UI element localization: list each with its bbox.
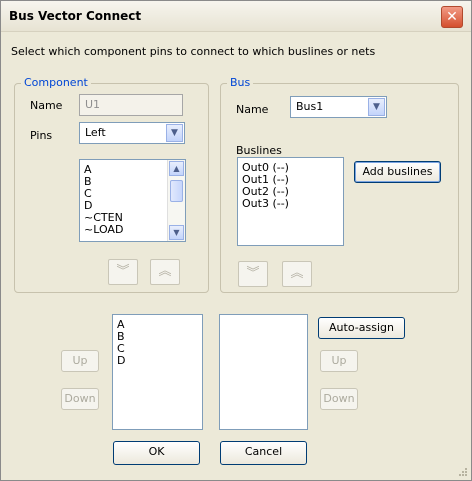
chevron-down-icon[interactable]: ▼ — [368, 98, 385, 116]
ok-label: OK — [148, 445, 165, 458]
window-title: Bus Vector Connect — [9, 9, 142, 23]
component-legend: Component — [21, 76, 91, 89]
bus-vector-connect-dialog: Bus Vector Connect ✕ Select which compon… — [0, 0, 472, 481]
move-down-button[interactable]: ︾ — [108, 259, 138, 285]
double-chevron-up-icon: ︽ — [158, 264, 172, 279]
pins-selected-value: Left — [85, 126, 106, 139]
bus-name-value: Bus1 — [296, 100, 324, 113]
auto-assign-label: Auto-assign — [329, 321, 394, 334]
bus-legend: Bus — [227, 76, 254, 89]
list-item[interactable]: C — [113, 343, 202, 355]
close-icon: ✕ — [446, 9, 458, 25]
list-item[interactable]: A — [113, 319, 202, 331]
scroll-up-button[interactable]: ▲ — [169, 161, 184, 176]
add-buslines-label: Add buslines — [362, 165, 433, 178]
move-up-button[interactable]: ︽ — [150, 259, 180, 285]
component-name-label: Name — [30, 99, 63, 112]
chevron-down-icon[interactable]: ▼ — [166, 124, 183, 142]
instruction-text: Select which component pins to connect t… — [11, 45, 376, 58]
list-item[interactable]: Out3 (--) — [238, 198, 343, 210]
resize-grip[interactable] — [458, 467, 468, 477]
bus-group: Bus Name Bus1 ▼ Buslines Out0 (--) Out1 … — [220, 76, 459, 293]
ok-button[interactable]: OK — [113, 441, 200, 465]
auto-assign-button[interactable]: Auto-assign — [318, 317, 405, 339]
bus-name-label: Name — [236, 103, 269, 116]
list-item[interactable]: D — [113, 355, 202, 367]
assigned-pins-listbox[interactable]: A B C D — [112, 314, 203, 430]
left-up-label: Up — [72, 354, 88, 367]
pins-label: Pins — [30, 129, 53, 142]
assigned-nets-listbox[interactable] — [219, 314, 308, 430]
close-button[interactable]: ✕ — [441, 6, 463, 28]
left-up-button[interactable]: Up — [61, 350, 99, 372]
component-name-value: U1 — [85, 98, 101, 111]
right-up-label: Up — [331, 354, 347, 367]
component-pins-listbox[interactable]: A B C D ~CTEN ~LOAD ▲ ▼ — [79, 159, 186, 242]
cancel-button[interactable]: Cancel — [220, 441, 307, 465]
right-up-button[interactable]: Up — [320, 350, 358, 372]
scroll-down-button[interactable]: ▼ — [169, 225, 184, 240]
right-down-label: Down — [323, 392, 355, 405]
buslines-label: Buslines — [236, 144, 282, 157]
busline-move-down-button[interactable]: ︾ — [238, 261, 268, 287]
scroll-thumb[interactable] — [170, 180, 183, 202]
left-down-label: Down — [64, 392, 96, 405]
double-chevron-down-icon: ︾ — [116, 264, 130, 279]
double-chevron-up-icon: ︽ — [290, 266, 304, 281]
right-down-button[interactable]: Down — [320, 388, 358, 410]
double-chevron-down-icon: ︾ — [246, 266, 260, 281]
pins-select[interactable]: Left ▼ — [79, 122, 185, 144]
list-item[interactable]: B — [113, 331, 202, 343]
cancel-label: Cancel — [244, 445, 283, 458]
title-bar: Bus Vector Connect ✕ — [1, 1, 471, 32]
component-group: Component Name U1 Pins Left ▼ A B C D ~C… — [14, 76, 209, 293]
scrollbar[interactable]: ▲ ▼ — [167, 160, 185, 241]
add-buslines-button[interactable]: Add buslines — [354, 161, 441, 183]
buslines-listbox[interactable]: Out0 (--) Out1 (--) Out2 (--) Out3 (--) — [237, 157, 344, 246]
left-down-button[interactable]: Down — [61, 388, 99, 410]
bus-name-select[interactable]: Bus1 ▼ — [290, 96, 387, 118]
component-name-field: U1 — [79, 94, 183, 116]
busline-move-up-button[interactable]: ︽ — [282, 261, 312, 287]
